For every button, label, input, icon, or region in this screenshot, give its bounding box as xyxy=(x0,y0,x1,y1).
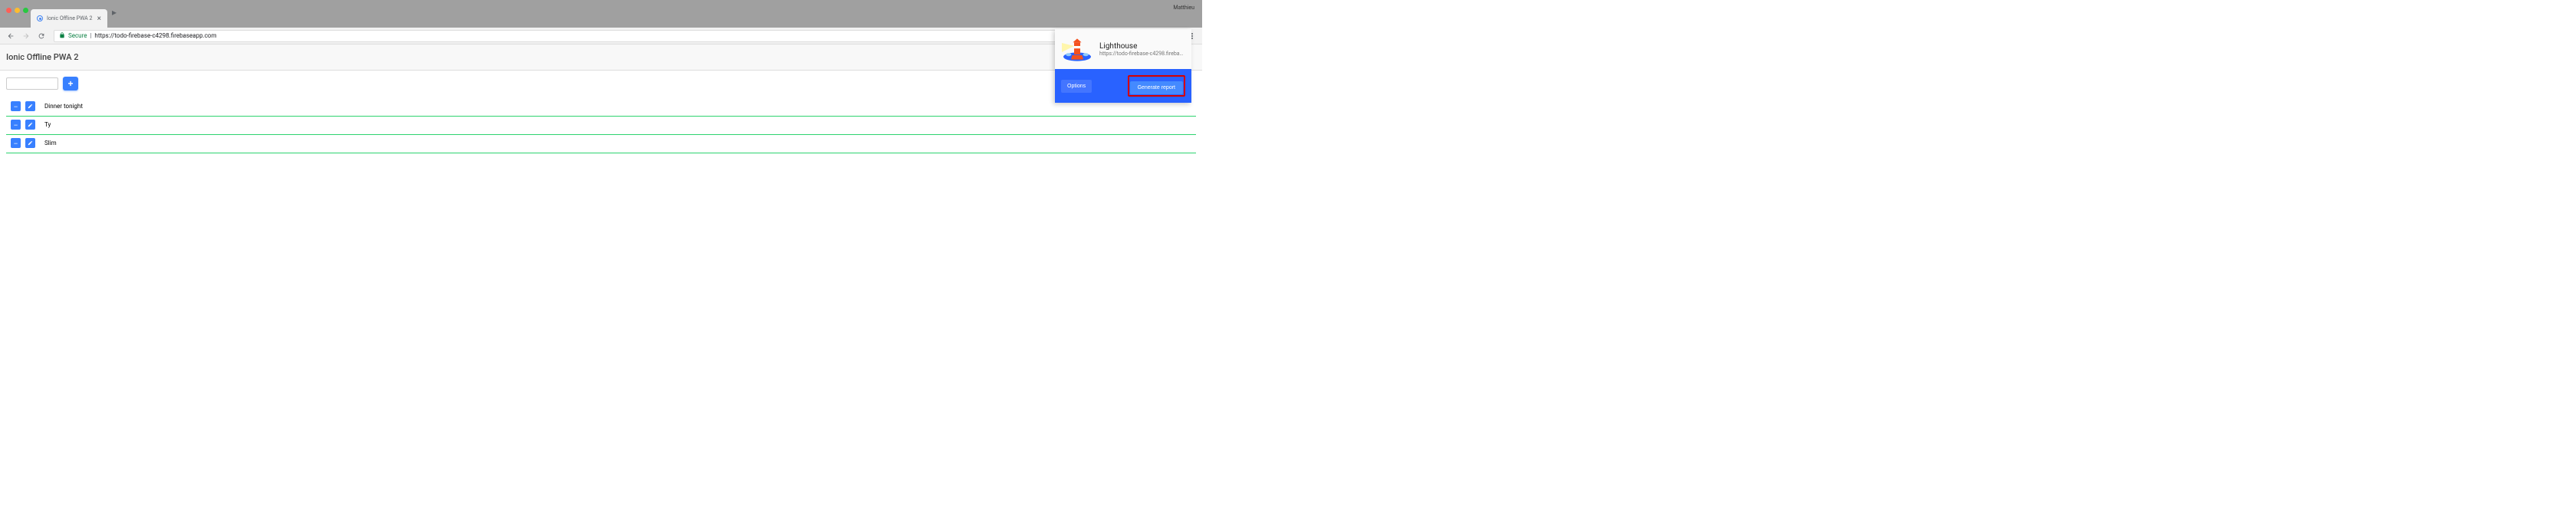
lighthouse-header: Lighthouse https://todo-firebase-c4298.f… xyxy=(1055,29,1191,69)
add-item-button[interactable]: + xyxy=(63,77,78,90)
app-body: + − Dinner tonight − Ty − Slim xyxy=(0,71,1202,160)
address-bar-row: Secure | https://todo-firebase-c4298.fir… xyxy=(0,28,1202,44)
page-title: Ionic Offline PWA 2 xyxy=(6,52,1196,62)
list-item: − Slim xyxy=(6,135,1196,153)
url-divider: | xyxy=(90,32,91,39)
edit-item-button[interactable] xyxy=(25,101,35,111)
tab-close-button[interactable]: × xyxy=(97,15,101,23)
lighthouse-popup: Lighthouse https://todo-firebase-c4298.f… xyxy=(1055,29,1191,103)
url-text: https://todo-firebase-c4298.firebaseapp.… xyxy=(94,32,216,39)
new-item-input[interactable] xyxy=(6,77,58,90)
lighthouse-generate-button[interactable]: Generate report xyxy=(1130,81,1183,94)
profile-label[interactable]: Matthieu xyxy=(1173,5,1194,11)
item-text: Dinner tonight xyxy=(44,103,83,110)
list-item: − Dinner tonight xyxy=(6,98,1196,117)
todo-list: − Dinner tonight − Ty − Slim xyxy=(6,98,1196,153)
browser-tab-strip: Ionic Offline PWA 2 × ▸ Matthieu xyxy=(0,0,1202,28)
tab-title: Ionic Offline PWA 2 xyxy=(47,15,92,21)
lighthouse-actions: Options Generate report xyxy=(1055,69,1191,103)
delete-item-button[interactable]: − xyxy=(11,101,21,111)
item-text: Ty xyxy=(44,121,51,128)
lock-icon xyxy=(59,32,65,40)
new-tab-button[interactable]: ▸ xyxy=(107,7,121,18)
lighthouse-title-block: Lighthouse https://todo-firebase-c4298.f… xyxy=(1099,42,1185,57)
list-item: − Ty xyxy=(6,117,1196,135)
browser-tab[interactable]: Ionic Offline PWA 2 × xyxy=(31,9,107,28)
window-maximize-button[interactable] xyxy=(23,8,28,13)
nav-reload-button[interactable] xyxy=(35,30,48,42)
lighthouse-options-button[interactable]: Options xyxy=(1061,80,1092,93)
lighthouse-logo-icon xyxy=(1061,37,1093,61)
lighthouse-url: https://todo-firebase-c4298.fireba… xyxy=(1099,51,1185,57)
add-item-row: + xyxy=(6,77,1196,90)
highlight-annotation: Generate report xyxy=(1128,75,1185,97)
window-controls xyxy=(0,0,34,21)
lighthouse-title: Lighthouse xyxy=(1099,42,1185,51)
item-text: Slim xyxy=(44,140,57,146)
secure-label: Secure xyxy=(68,32,87,39)
window-close-button[interactable] xyxy=(6,8,12,13)
address-bar[interactable]: Secure | https://todo-firebase-c4298.fir… xyxy=(54,30,1167,42)
window-minimize-button[interactable] xyxy=(15,8,20,13)
tab-favicon-icon xyxy=(37,15,43,21)
nav-forward-button[interactable] xyxy=(20,30,32,42)
edit-item-button[interactable] xyxy=(25,120,35,130)
delete-item-button[interactable]: − xyxy=(11,120,21,130)
app-header: Ionic Offline PWA 2 xyxy=(0,44,1202,71)
delete-item-button[interactable]: − xyxy=(11,138,21,148)
edit-item-button[interactable] xyxy=(25,138,35,148)
nav-back-button[interactable] xyxy=(5,30,17,42)
